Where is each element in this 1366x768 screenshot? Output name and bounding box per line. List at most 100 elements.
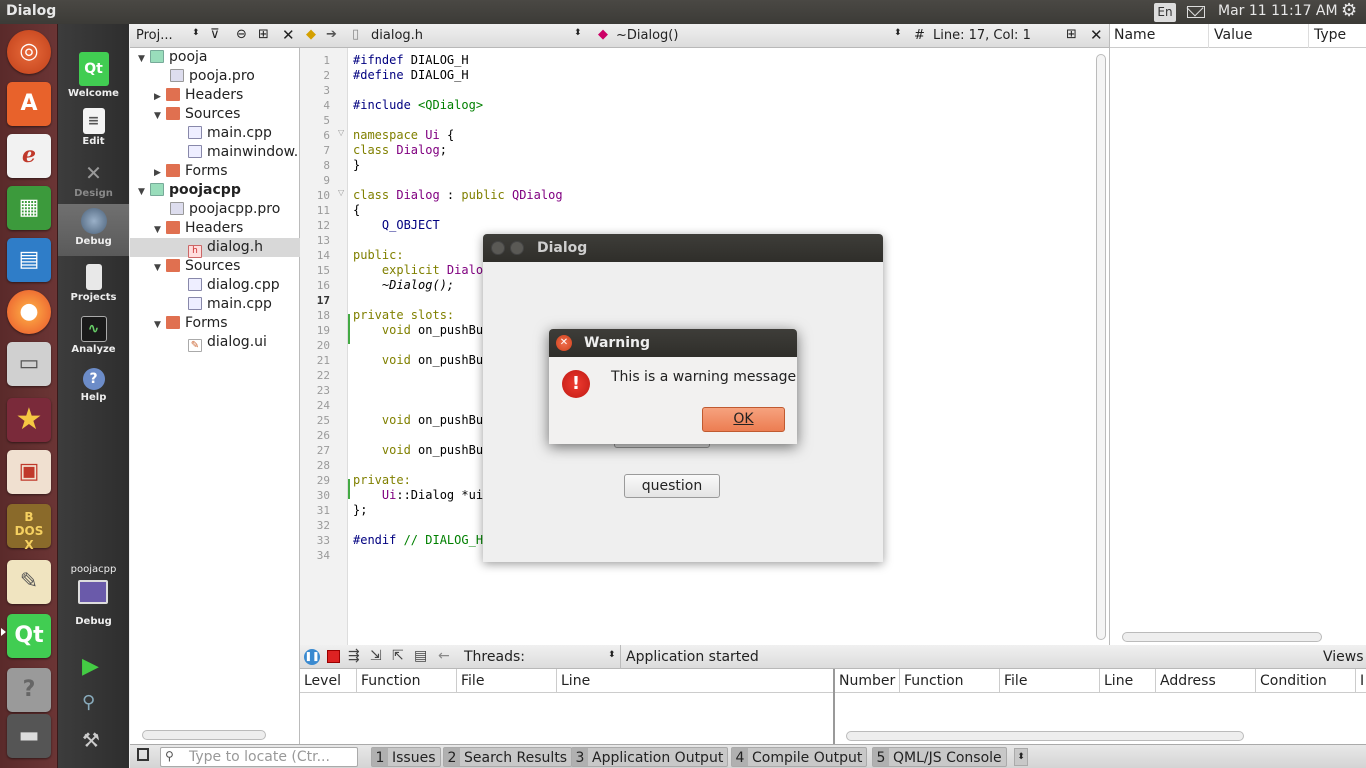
impress-icon[interactable]: ▣ bbox=[7, 450, 51, 494]
qtcreator-icon[interactable]: Qt bbox=[7, 614, 51, 658]
mode-analyze[interactable]: ∿ Analyze bbox=[58, 312, 129, 364]
line-number[interactable]: 23 bbox=[300, 384, 330, 397]
toggle-sidebar-icon[interactable] bbox=[137, 748, 149, 761]
code-line[interactable]: #include <QDialog> bbox=[353, 98, 483, 112]
ubuntu-dash-icon[interactable]: ◎ bbox=[7, 30, 51, 74]
line-number[interactable]: 30 bbox=[300, 489, 330, 502]
line-number[interactable]: 15 bbox=[300, 264, 330, 277]
split-icon[interactable]: ⊞ bbox=[258, 27, 269, 42]
tree-item-pooja[interactable]: ▼ pooja bbox=[138, 48, 208, 67]
more-tabs-icon[interactable]: ⬍ bbox=[1014, 748, 1028, 766]
monitor-icon[interactable] bbox=[78, 580, 108, 604]
column-value[interactable]: Value bbox=[1214, 27, 1252, 43]
mode-edit[interactable]: ≡ Edit bbox=[58, 104, 129, 156]
line-number[interactable]: 5 bbox=[300, 114, 330, 127]
stack-col-file[interactable]: File bbox=[457, 669, 557, 693]
line-number[interactable]: 2 bbox=[300, 69, 330, 82]
line-number[interactable]: 13 bbox=[300, 234, 330, 247]
bp-col-file[interactable]: File bbox=[1000, 669, 1100, 693]
filter-icon[interactable]: ⊽ bbox=[210, 27, 220, 42]
tree-item-headers[interactable]: ▼ Headers bbox=[154, 219, 243, 238]
code-line[interactable]: #define DIALOG_H bbox=[353, 68, 469, 82]
column-type[interactable]: Type bbox=[1314, 27, 1346, 43]
line-number[interactable]: 34 bbox=[300, 549, 330, 562]
code-line[interactable]: public: bbox=[353, 248, 404, 262]
tab-compile-output[interactable]: 4 Compile Output bbox=[731, 747, 868, 767]
fold-marker-icon[interactable]: ▽ bbox=[338, 188, 344, 197]
line-number[interactable]: 29 bbox=[300, 474, 330, 487]
code-line[interactable]: #ifndef DIALOG_H bbox=[353, 53, 469, 67]
tree-item-poojacpp-pro[interactable]: poojacpp.pro bbox=[170, 200, 280, 219]
line-number[interactable]: 17 bbox=[300, 294, 330, 307]
stop-icon[interactable] bbox=[327, 650, 340, 663]
line-number[interactable]: 8 bbox=[300, 159, 330, 172]
split-icon[interactable]: ⊞ bbox=[1066, 27, 1077, 42]
close-icon[interactable]: ✕ bbox=[556, 335, 572, 351]
tree-item-sources[interactable]: ▼ Sources bbox=[154, 105, 240, 124]
tree-item-forms[interactable]: ▼ Forms bbox=[154, 314, 228, 333]
keyboard-indicator[interactable]: En bbox=[1154, 3, 1176, 22]
line-number[interactable]: 32 bbox=[300, 519, 330, 532]
line-number[interactable]: 11 bbox=[300, 204, 330, 217]
pause-icon[interactable]: ❚❚ bbox=[304, 649, 320, 665]
run-icon[interactable]: ▶ bbox=[82, 654, 99, 679]
mode-debug[interactable]: Debug bbox=[58, 204, 129, 256]
line-number[interactable]: 1 bbox=[300, 54, 330, 67]
cursor-position[interactable]: Line: 17, Col: 1 bbox=[933, 28, 1031, 43]
close-icon[interactable] bbox=[491, 241, 505, 255]
line-number[interactable]: 25 bbox=[300, 414, 330, 427]
tree-item-main-cpp[interactable]: main.cpp bbox=[188, 295, 272, 314]
project-filter-combo[interactable]: Proj... bbox=[136, 28, 173, 43]
tree-item-pooja-pro[interactable]: pooja.pro bbox=[170, 67, 255, 86]
mode-design[interactable]: ✕ Design bbox=[58, 156, 129, 208]
column-name[interactable]: Name bbox=[1114, 27, 1155, 43]
step-into-icon[interactable]: ⇲ bbox=[370, 648, 382, 664]
code-line[interactable]: void on_pushBu bbox=[353, 443, 483, 457]
ok-button[interactable]: OK bbox=[702, 407, 785, 432]
tab-qml-console[interactable]: 5 QML/JS Console bbox=[872, 747, 1007, 767]
tree-item-mainwindow[interactable]: mainwindow. bbox=[188, 143, 298, 162]
encoding-hash[interactable]: # bbox=[914, 28, 925, 43]
line-number[interactable]: 9 bbox=[300, 174, 330, 187]
tree-item-sources[interactable]: ▼ Sources bbox=[154, 257, 240, 276]
code-line[interactable]: ~Dialog(); bbox=[353, 278, 454, 292]
bp-col-function[interactable]: Function bbox=[900, 669, 1000, 693]
link-icon[interactable]: ⊖ bbox=[236, 27, 247, 42]
locator-input[interactable]: ⚲ Type to locate (Ctr... bbox=[160, 747, 358, 767]
vertical-scrollbar[interactable] bbox=[1096, 54, 1106, 640]
horizontal-scrollbar[interactable] bbox=[846, 731, 1244, 741]
code-line[interactable]: class Dialog : public QDialog bbox=[353, 188, 563, 202]
mail-icon[interactable] bbox=[1187, 6, 1205, 18]
files-icon[interactable]: ▭ bbox=[7, 342, 51, 386]
mode-help[interactable]: ? Help bbox=[58, 364, 129, 416]
step-over-icon[interactable]: ⇶ bbox=[348, 648, 360, 664]
chevron-updown-icon[interactable]: ⬍ bbox=[192, 28, 200, 38]
software-center-icon[interactable]: A bbox=[7, 82, 51, 126]
code-line[interactable]: #endif // DIALOG_H bbox=[353, 533, 483, 547]
chevron-updown-icon[interactable]: ⬍ bbox=[574, 28, 582, 38]
line-number[interactable]: 3 bbox=[300, 84, 330, 97]
libreoffice-writer-icon[interactable]: ▤ bbox=[7, 238, 51, 282]
close-icon[interactable]: ✕ bbox=[1090, 26, 1103, 44]
tab-issues[interactable]: 1 Issues bbox=[371, 747, 441, 767]
line-number[interactable]: 19 bbox=[300, 324, 330, 337]
firefox-icon[interactable]: ● bbox=[7, 290, 51, 334]
libreoffice-calc-icon[interactable]: ▦ bbox=[7, 186, 51, 230]
reverse-icon[interactable]: ← bbox=[438, 648, 450, 664]
mode-projects[interactable]: Projects bbox=[58, 260, 129, 312]
views-menu[interactable]: Views bbox=[1323, 649, 1364, 665]
code-line[interactable]: }; bbox=[353, 503, 367, 517]
tree-item-dialog-ui[interactable]: ✎ dialog.ui bbox=[188, 333, 267, 352]
code-line[interactable]: private slots: bbox=[353, 308, 454, 322]
starred-icon[interactable]: ★ bbox=[7, 398, 51, 442]
back-arrow-icon[interactable]: ◆ bbox=[306, 27, 316, 42]
line-number[interactable]: 20 bbox=[300, 339, 330, 352]
line-number[interactable]: 24 bbox=[300, 399, 330, 412]
chevron-updown-icon[interactable]: ⬍ bbox=[608, 650, 616, 660]
evince-icon[interactable]: ℯ bbox=[7, 134, 51, 178]
symbol-combo[interactable]: ~Dialog() bbox=[616, 28, 678, 43]
fold-marker-icon[interactable]: ▽ bbox=[338, 128, 344, 137]
line-number[interactable]: 14 bbox=[300, 249, 330, 262]
forward-arrow-icon[interactable]: ➔ bbox=[326, 27, 337, 42]
code-line[interactable]: void on_pushBu bbox=[353, 353, 483, 367]
